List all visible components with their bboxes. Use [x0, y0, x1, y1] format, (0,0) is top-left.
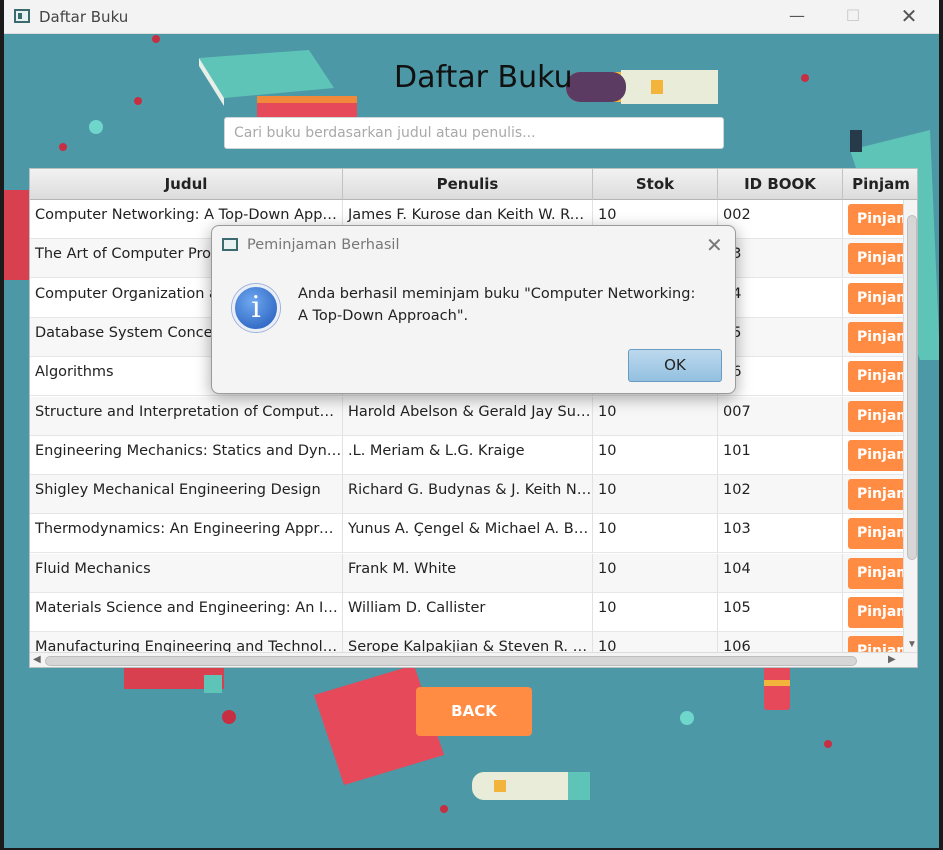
decor-dot [824, 740, 832, 748]
pinjam-button[interactable]: Pinjam [848, 243, 903, 275]
pinjam-button[interactable]: Pinjam [848, 361, 903, 393]
horizontal-scroll-thumb[interactable] [45, 656, 857, 666]
cell-judul: Fluid Mechanics [30, 553, 343, 593]
cell-stok: 10 [593, 396, 718, 436]
cell-id-book: 102 [718, 475, 843, 515]
decor-dot [440, 805, 448, 813]
scroll-left-arrow-icon[interactable]: ◀ [33, 654, 41, 665]
decor-dot [152, 35, 160, 43]
table-row[interactable]: Fluid MechanicsFrank M. White10104Pinjam [30, 553, 903, 593]
column-header-penulis[interactable]: Penulis [343, 169, 593, 200]
dialog-title: Peminjaman Berhasil [247, 237, 400, 253]
decor-dot [89, 120, 103, 134]
cell-judul: Shigley Mechanical Engineering Design [30, 475, 343, 515]
column-header-stok[interactable]: Stok [593, 169, 718, 200]
scroll-right-arrow-icon[interactable]: ▶ [888, 654, 896, 665]
cell-id-book: 06 [718, 357, 843, 397]
column-header-id-book[interactable]: ID BOOK [718, 169, 843, 200]
vertical-scrollbar[interactable]: ▼ [903, 200, 917, 652]
cell-stok: 10 [593, 514, 718, 554]
cell-id-book: 104 [718, 553, 843, 593]
horizontal-scrollbar[interactable]: ◀ ▶ [30, 652, 917, 667]
pinjam-button[interactable]: Pinjam [848, 282, 903, 314]
minimize-button[interactable]: — [774, 0, 820, 34]
cell-penulis: Harold Abelson & Gerald Jay Suss... [343, 396, 593, 436]
cell-id-book: 007 [718, 396, 843, 436]
table-header: Judul Penulis Stok ID BOOK Pinjam [30, 169, 917, 200]
pinjam-button[interactable]: Pinjam [848, 636, 903, 652]
scroll-down-arrow-icon[interactable]: ▼ [907, 639, 917, 650]
title-bar: Daftar Buku — ☐ ✕ [4, 0, 939, 34]
ok-button[interactable]: OK [628, 349, 722, 382]
cell-stok: 10 [593, 632, 718, 652]
decor-book-bottom-left [124, 665, 234, 695]
cell-id-book: 03 [718, 239, 843, 279]
pinjam-button[interactable]: Pinjam [848, 204, 903, 235]
decor-book-stack-top-left [199, 50, 359, 120]
table-row[interactable]: Structure and Interpretation of Computer… [30, 396, 903, 436]
cell-stok: 10 [593, 435, 718, 475]
maximize-button[interactable]: ☐ [830, 0, 876, 34]
page-title: Daftar Buku [394, 60, 573, 95]
decor-book-bottom [472, 772, 592, 802]
decor-dot [801, 74, 809, 82]
search-input[interactable] [224, 117, 724, 149]
cell-penulis: .L. Meriam & L.G. Kraige [343, 435, 593, 475]
cell-penulis: Serope Kalpakjian & Steven R. Sch... [343, 632, 593, 652]
decor-dot [680, 711, 694, 725]
vertical-scroll-thumb[interactable] [907, 215, 917, 560]
cell-judul: Manufacturing Engineering and Technology [30, 632, 343, 652]
column-header-judul[interactable]: Judul [30, 169, 343, 200]
cell-id-book: 101 [718, 435, 843, 475]
cell-stok: 10 [593, 475, 718, 515]
pinjam-button[interactable]: Pinjam [848, 597, 903, 628]
pinjam-button[interactable]: Pinjam [848, 479, 903, 511]
table-row[interactable]: Engineering Mechanics: Statics and Dynam… [30, 435, 903, 475]
dialog-app-icon [222, 238, 238, 251]
cell-judul: Engineering Mechanics: Statics and Dynam… [30, 435, 343, 475]
table-row[interactable]: Materials Science and Engineering: An In… [30, 593, 903, 632]
app-window: Daftar Buku — ☐ ✕ Daftar Buku Judul Penu… [4, 0, 939, 848]
cell-penulis: Yunus A. Çengel & Michael A. Boles [343, 514, 593, 554]
cell-stok: 10 [593, 593, 718, 632]
cell-id-book: 106 [718, 632, 843, 652]
cell-id-book: 05 [718, 317, 843, 357]
table-row[interactable]: Manufacturing Engineering and Technology… [30, 632, 903, 652]
pinjam-button[interactable]: Pinjam [848, 518, 903, 550]
cell-judul: Thermodynamics: An Engineering Approach [30, 514, 343, 554]
cell-id-book: 002 [718, 200, 843, 239]
cell-id-book: 105 [718, 593, 843, 632]
back-button[interactable]: BACK [416, 687, 532, 736]
pinjam-button[interactable]: Pinjam [848, 557, 903, 589]
pinjam-button[interactable]: Pinjam [848, 439, 903, 471]
pinjam-button[interactable]: Pinjam [848, 321, 903, 353]
table-row[interactable]: Shigley Mechanical Engineering Design Ric… [30, 475, 903, 515]
decor-dot [134, 97, 142, 105]
cell-id-book: 103 [718, 514, 843, 554]
cell-id-book: 04 [718, 278, 843, 318]
cell-stok: 10 [593, 553, 718, 593]
table-row[interactable]: Thermodynamics: An Engineering Approach Y… [30, 514, 903, 554]
decor-dot [59, 143, 67, 151]
dialog-message: Anda berhasil meminjam buku "Computer Ne… [298, 286, 696, 324]
cell-judul: Structure and Interpretation of Computer… [30, 396, 343, 436]
decor-dot [222, 710, 236, 724]
app-icon [14, 9, 30, 23]
pinjam-button[interactable]: Pinjam [848, 400, 903, 432]
decor-book-top-right [566, 70, 718, 104]
info-icon: i [232, 284, 280, 332]
cell-judul: Materials Science and Engineering: An In… [30, 593, 343, 632]
column-header-pinjam[interactable]: Pinjam [843, 169, 917, 200]
cell-penulis: Richard G. Budynas & J. Keith Nisb... [343, 475, 593, 515]
close-button[interactable]: ✕ [886, 0, 932, 34]
window-title: Daftar Buku [39, 8, 129, 26]
dialog-close-button[interactable]: ✕ [706, 233, 723, 257]
success-dialog: Peminjaman Berhasil ✕ i Anda berhasil me… [211, 225, 736, 394]
cell-penulis: William D. Callister [343, 593, 593, 632]
cell-penulis: Frank M. White [343, 553, 593, 593]
